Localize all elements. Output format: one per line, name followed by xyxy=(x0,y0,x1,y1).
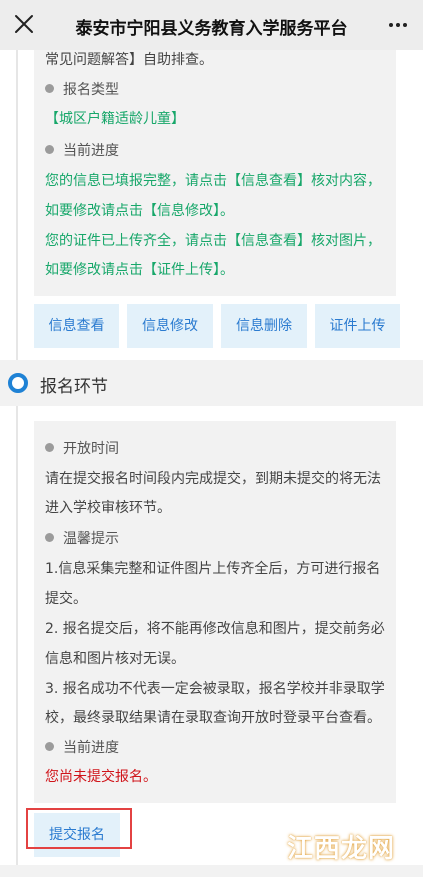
dot-icon xyxy=(45,533,54,542)
progress-label: 当前进度 xyxy=(63,143,119,159)
bottom-band xyxy=(0,865,423,877)
dot-icon xyxy=(45,443,54,452)
dot-icon xyxy=(45,145,54,154)
tip-line: 提交。 xyxy=(45,591,87,607)
submission-card: 开放时间 请在提交报名时间段内完成提交，到期未提交的将无法 进入学校审核环节。 … xyxy=(34,421,396,803)
info-card: 常见问题解答】自助排查。 报名类型 【城区户籍适龄儿童】 当前进度 您的信息已填… xyxy=(34,50,396,296)
step-ring-icon xyxy=(8,373,28,393)
page-title: 泰安市宁阳县义务教育入学服务平台 xyxy=(75,19,348,39)
progress-label-row: 当前进度 xyxy=(45,141,119,161)
faq-text: 常见问题解答】自助排查。 xyxy=(45,52,213,68)
submission-status: 您尚未提交报名。 xyxy=(45,769,157,785)
progress-line: 如要修改请点击【信息修改】。 xyxy=(45,203,234,219)
tip-line: 2. 报名提交后，将不能再修改信息和图片，提交前务必 xyxy=(45,621,385,637)
timeline-line xyxy=(16,50,18,877)
type-label: 报名类型 xyxy=(63,82,119,98)
progress-label-row: 当前进度 xyxy=(45,738,119,758)
open-time-text: 请在提交报名时间段内完成提交，到期未提交的将无法 xyxy=(45,471,381,487)
tips-label: 温馨提示 xyxy=(63,531,119,547)
delete-info-button[interactable]: 信息删除 xyxy=(221,304,307,348)
top-bar: 泰安市宁阳县义务教育入学服务平台 xyxy=(0,0,423,50)
tips-label-row: 温馨提示 xyxy=(45,529,119,549)
page-content: 常见问题解答】自助排查。 报名类型 【城区户籍适龄儿童】 当前进度 您的信息已填… xyxy=(0,50,423,877)
progress-line: 如要修改请点击【证件上传】。 xyxy=(45,262,234,278)
tip-line: 1.信息采集完整和证件图片上传齐全后，方可进行报名 xyxy=(45,561,381,577)
edit-info-button[interactable]: 信息修改 xyxy=(127,304,213,348)
section-header: 报名环节 xyxy=(0,360,423,406)
watermark-logo: 江西龙网 xyxy=(287,834,396,864)
progress-label: 当前进度 xyxy=(63,740,119,756)
type-value: 【城区户籍适龄儿童】 xyxy=(45,111,185,127)
view-info-button[interactable]: 信息查看 xyxy=(34,304,119,348)
tip-line: 校，最终录取结果请在录取查询开放时登录平台查看。 xyxy=(45,710,381,726)
type-label-row: 报名类型 xyxy=(45,80,119,100)
dot-icon xyxy=(45,742,54,751)
section-title: 报名环节 xyxy=(40,377,108,397)
more-icon[interactable] xyxy=(387,14,409,36)
tip-line: 3. 报名成功不代表一定会被录取，报名学校并非录取学 xyxy=(45,681,385,697)
open-time-text: 进入学校审核环节。 xyxy=(45,500,171,516)
open-time-label-row: 开放时间 xyxy=(45,439,119,459)
highlight-box xyxy=(26,808,132,849)
tip-line: 信息和图片核对无误。 xyxy=(45,651,185,667)
progress-line: 您的证件已上传齐全，请点击【信息查看】核对图片， xyxy=(45,233,381,249)
dot-icon xyxy=(45,84,54,93)
upload-documents-button[interactable]: 证件上传 xyxy=(315,304,400,348)
open-time-label: 开放时间 xyxy=(63,441,119,457)
progress-line: 您的信息已填报完整，请点击【信息查看】核对内容， xyxy=(45,173,381,189)
